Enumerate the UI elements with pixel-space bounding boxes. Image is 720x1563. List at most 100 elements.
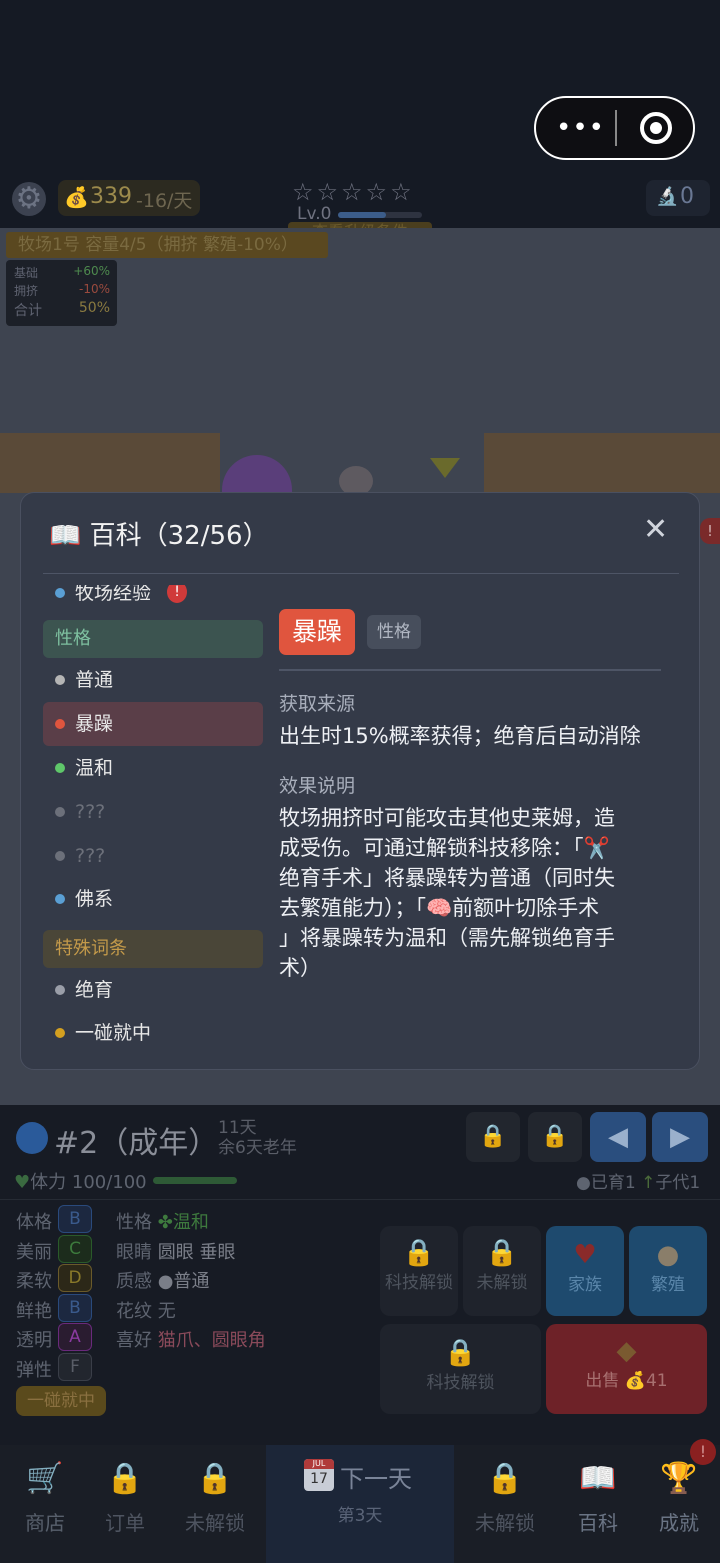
- fence-right: [484, 433, 720, 493]
- lock-button-2[interactable]: 🔒: [528, 1112, 582, 1162]
- list-item[interactable]: 温和: [43, 748, 263, 788]
- encyclopedia-sidebar[interactable]: 牧场经验! 性格 普通 暴躁 温和 ??? ??? 佛系 特殊词条 绝育 一碰就…: [43, 585, 265, 1055]
- list-item-label: ???: [75, 845, 106, 867]
- attr-grade: C: [58, 1235, 92, 1263]
- tech-unlock-button[interactable]: 🔒 科技解锁: [380, 1226, 458, 1316]
- list-item-label: 牧场经验: [75, 585, 152, 604]
- miniprogram-capsule[interactable]: •••: [534, 96, 695, 160]
- attr-grade: A: [58, 1323, 92, 1351]
- list-item[interactable]: 普通: [43, 660, 263, 700]
- dot-icon: [55, 807, 65, 817]
- prev-slime-button[interactable]: ◀: [590, 1112, 646, 1162]
- locked-button[interactable]: 🔒 未解锁: [463, 1226, 541, 1316]
- entry-type-tag: 性格: [367, 615, 421, 649]
- list-item[interactable]: 牧场经验!: [43, 585, 263, 613]
- category-label: 特殊词条: [55, 938, 127, 959]
- nav-locked-1[interactable]: 🔒 未解锁: [170, 1445, 260, 1563]
- farm-label[interactable]: 牧场1号 容量4/5（拥挤 繁殖-10%）: [6, 232, 328, 258]
- egg-icon: ●: [576, 1173, 591, 1193]
- breed-button[interactable]: ● 繁殖: [629, 1226, 707, 1316]
- calendar-day: 17: [310, 1471, 328, 1487]
- button-label: 出售 💰41: [585, 1371, 668, 1391]
- nav-orders[interactable]: 🔒 订单: [80, 1445, 170, 1563]
- tech-unlock-button-2[interactable]: 🔒 科技解锁: [380, 1324, 541, 1414]
- list-item-selected[interactable]: 暴躁: [43, 702, 263, 746]
- age-days: 11天: [218, 1118, 257, 1138]
- list-item-locked[interactable]: ???: [43, 792, 263, 832]
- attr-row: 体格 B: [16, 1205, 92, 1234]
- dot-icon: [55, 1028, 65, 1038]
- nav-label: 成就: [659, 1511, 699, 1535]
- nav-label: 未解锁: [475, 1511, 535, 1535]
- list-item-label: 暴躁: [75, 713, 114, 735]
- effect-line: 牧场拥挤时可能攻击其他史莱姆，造: [279, 806, 615, 830]
- list-item[interactable]: 绝育: [43, 970, 263, 1010]
- nav-locked-2[interactable]: 🔒 未解锁: [460, 1445, 550, 1563]
- next-day-label: 下一天: [340, 1465, 412, 1493]
- attr-label: 美丽: [16, 1242, 52, 1263]
- lock-icon: 🔒: [106, 1461, 144, 1496]
- category-personality[interactable]: 性格: [43, 620, 263, 658]
- slime-color-icon: [16, 1122, 48, 1154]
- list-item-label: 绝育: [75, 979, 114, 1001]
- effect-heading: 效果说明: [279, 775, 356, 797]
- divider: [43, 573, 679, 574]
- attr-grade: B: [58, 1294, 92, 1322]
- prev-arrow-icon: ◀: [608, 1122, 628, 1152]
- microscope-icon: 🔬: [656, 186, 679, 207]
- dot-icon: [55, 894, 65, 904]
- nav-shop[interactable]: 🛒 商店: [0, 1445, 90, 1563]
- money-bag-icon: 💰: [64, 185, 89, 209]
- lock-icon: 🔒: [485, 1238, 519, 1268]
- button-label: 科技解锁: [385, 1273, 453, 1293]
- book-icon: 📖: [49, 521, 82, 551]
- stat-name: 基础: [14, 266, 39, 280]
- next-slime-button[interactable]: ▶: [652, 1112, 708, 1162]
- settings-gear-icon[interactable]: ⚙: [12, 182, 46, 216]
- effect-text: 牧场拥挤时可能攻击其他史莱姆，造 成受伤。可通过解锁科技移除：「✂️ 绝育手术」…: [279, 803, 649, 983]
- lock-icon: 🔒: [541, 1124, 569, 1149]
- age-left: 余6天老年: [218, 1138, 297, 1158]
- family-button[interactable]: ♥ 家族: [546, 1226, 624, 1316]
- list-item-locked[interactable]: ???: [43, 836, 263, 876]
- sell-button[interactable]: ◆ 出售 💰41: [546, 1324, 707, 1414]
- coin-delta: -16/天: [136, 190, 193, 212]
- list-item[interactable]: 一碰就中: [43, 1013, 263, 1053]
- fence-left: [0, 433, 220, 493]
- list-item-label: 佛系: [75, 888, 114, 910]
- slime-age: 11天 余6天老年: [218, 1118, 297, 1158]
- research-counter[interactable]: 🔬 0: [646, 180, 710, 216]
- attr-row: 鲜艳 B: [16, 1294, 92, 1323]
- alert-badge-icon: !: [167, 585, 187, 603]
- trait-label: 性格: [116, 1212, 152, 1233]
- special-trait-chip: 一碰就中: [16, 1386, 106, 1416]
- lock-icon: 🔒: [479, 1124, 507, 1149]
- next-arrow-icon: ▶: [670, 1122, 690, 1152]
- trait-label: 花纹: [116, 1301, 152, 1322]
- attr-row: 透明 A: [16, 1323, 92, 1352]
- close-icon[interactable]: ✕: [643, 515, 668, 545]
- category-special[interactable]: 特殊词条: [43, 930, 263, 968]
- lock-icon: 🔒: [486, 1461, 524, 1496]
- list-item[interactable]: 佛系: [43, 879, 263, 919]
- next-day-button[interactable]: JUL 17 下一天 第3天: [266, 1445, 454, 1563]
- attr-label: 透明: [16, 1330, 52, 1351]
- button-label: 未解锁: [476, 1273, 528, 1293]
- trait-row: 眼睛 圆眼 垂眼: [116, 1238, 235, 1264]
- encyclopedia-modal: 📖 百科（32/56） ✕ 牧场经验! 性格 普通 暴躁 温和 ??? ??? …: [20, 492, 700, 1070]
- day-counter: 第3天: [337, 1506, 383, 1526]
- attr-label: 弹性: [16, 1360, 52, 1381]
- lock-button-1[interactable]: 🔒: [466, 1112, 520, 1162]
- trait-label: 喜好: [116, 1330, 152, 1351]
- attr-label: 鲜艳: [16, 1301, 52, 1322]
- more-icon[interactable]: •••: [556, 115, 605, 141]
- nav-label: 商店: [25, 1511, 65, 1535]
- book-icon: 📖: [579, 1461, 617, 1496]
- egg-icon: ●: [656, 1240, 680, 1270]
- rating-stars: ☆☆☆☆☆: [292, 178, 415, 206]
- nav-label: 订单: [105, 1511, 145, 1535]
- entry-name-tag: 暴躁: [279, 609, 355, 655]
- achievement-alert-icon: !: [690, 1439, 716, 1465]
- close-miniprogram-icon[interactable]: [640, 112, 672, 144]
- nav-wiki[interactable]: 📖 百科: [553, 1445, 643, 1563]
